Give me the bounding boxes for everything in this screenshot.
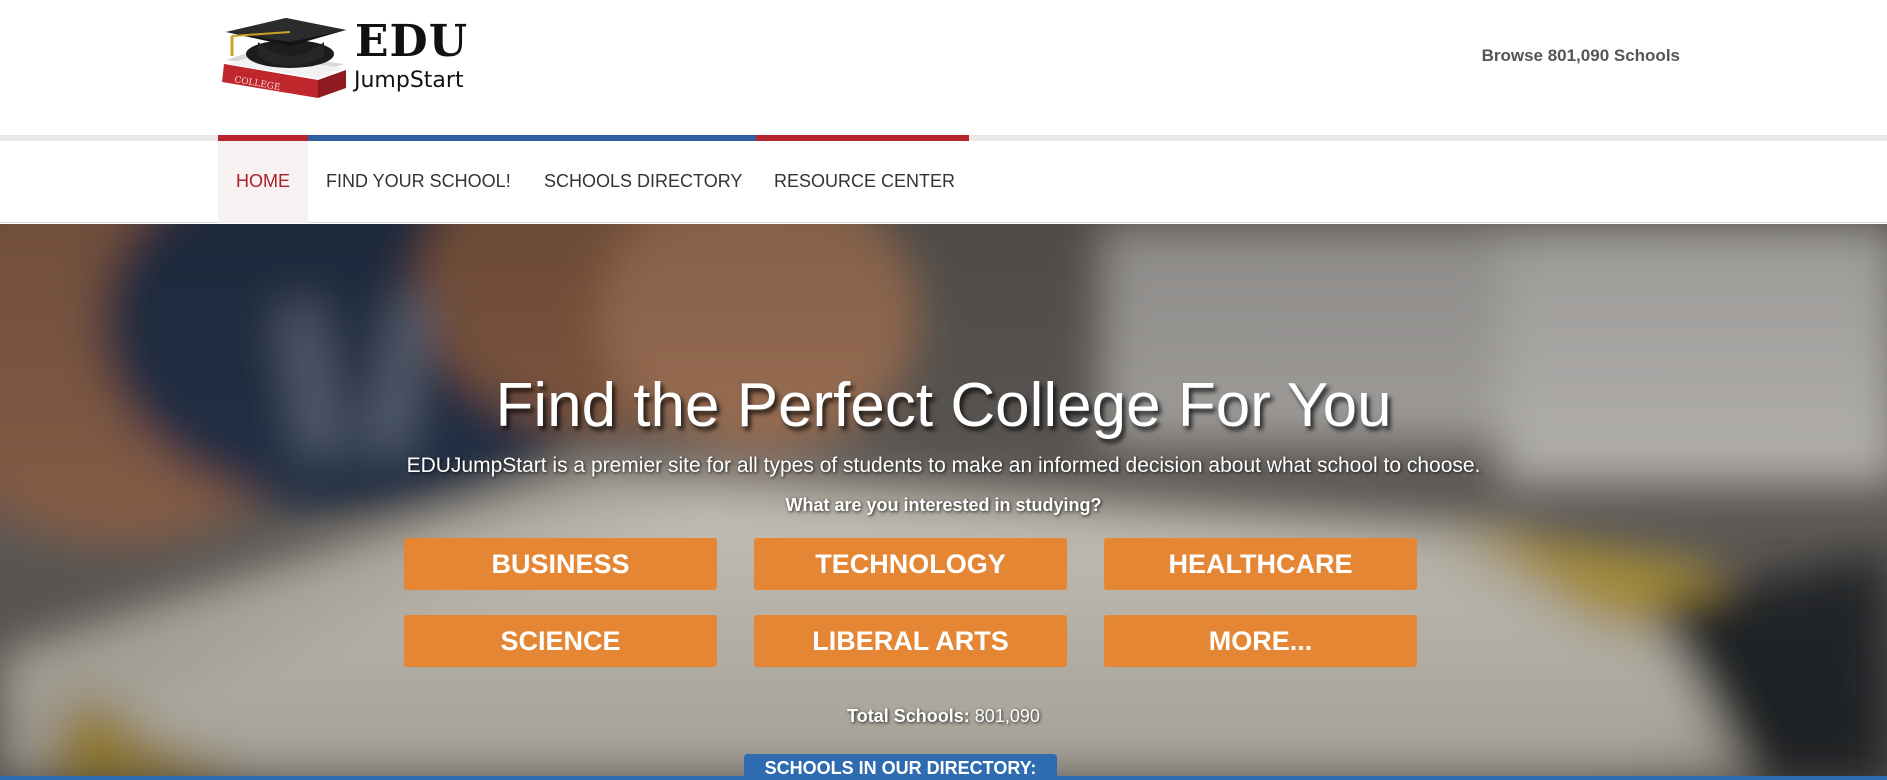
category-business-button[interactable]: BUSINESS (404, 538, 717, 590)
category-more-button[interactable]: MORE... (1104, 615, 1417, 667)
study-question: What are you interested in studying? (785, 495, 1102, 515)
nav-item-home[interactable]: HOME (218, 141, 308, 223)
hero-title: Find the Perfect College For You (495, 371, 1392, 440)
category-science-button[interactable]: SCIENCE (404, 615, 717, 667)
nav-item-find-your-school[interactable]: FIND YOUR SCHOOL! (326, 141, 511, 223)
logo-text-jumpstart: JumpStart (354, 68, 464, 93)
hero-section: Find the Perfect College For You EDUJump… (0, 224, 1887, 780)
schools-directory-tab[interactable]: SCHOOLS IN OUR DIRECTORY: (744, 754, 1057, 780)
total-schools: Total Schools: 801,090 (0, 706, 1887, 727)
nav-item-schools-directory[interactable]: SCHOOLS DIRECTORY (544, 141, 742, 223)
total-schools-label: Total Schools: (847, 706, 970, 726)
site-header: COLLEGE EDU JumpStart Browse 801,090 Sch… (0, 0, 1887, 135)
category-technology-button[interactable]: TECHNOLOGY (754, 538, 1067, 590)
nav-item-resource-center[interactable]: RESOURCE CENTER (774, 141, 955, 223)
hero-subtitle: EDUJumpStart is a premier site for all t… (406, 454, 1481, 477)
browse-schools-link[interactable]: Browse 801,090 Schools (1482, 46, 1680, 66)
site-logo[interactable]: COLLEGE EDU JumpStart (220, 12, 470, 104)
total-schools-value: 801,090 (974, 706, 1040, 726)
category-healthcare-button[interactable]: HEALTHCARE (1104, 538, 1417, 590)
category-liberal-arts-button[interactable]: LIBERAL ARTS (754, 615, 1067, 667)
logo-text-edu: EDU (355, 16, 469, 67)
main-nav: HOME FIND YOUR SCHOOL! SCHOOLS DIRECTORY… (0, 141, 1887, 223)
